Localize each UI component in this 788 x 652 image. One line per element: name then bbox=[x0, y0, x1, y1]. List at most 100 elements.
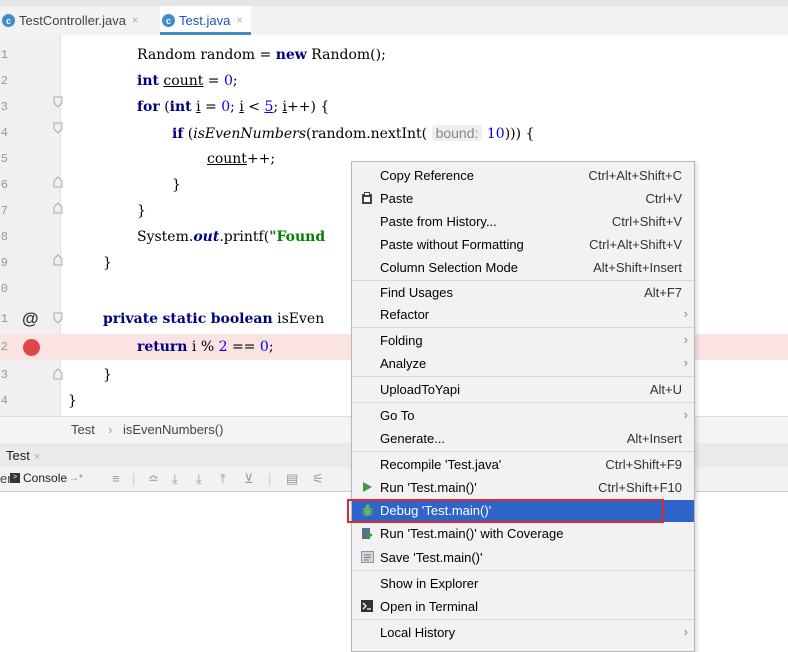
code-text: } bbox=[137, 198, 146, 224]
field-reference: out bbox=[193, 229, 220, 245]
menu-label: Run 'Test.main()' with Coverage bbox=[380, 526, 564, 541]
menu-item-analyze[interactable]: Analyze › bbox=[352, 353, 694, 375]
menu-shortcut: Ctrl+V bbox=[645, 191, 682, 206]
menu-separator bbox=[352, 451, 694, 452]
run-tab-test[interactable]: Test × bbox=[6, 448, 40, 463]
menu-item-paste-without-formatting[interactable]: Paste without Formatting Ctrl+Alt+Shift+V bbox=[352, 234, 694, 256]
toolbar-divider: | bbox=[268, 471, 272, 486]
filter-icon[interactable]: ⊻ bbox=[244, 471, 254, 487]
line-number: 3 bbox=[0, 368, 8, 382]
menu-item-find-usages[interactable]: Find Usages Alt+F7 bbox=[352, 282, 694, 304]
close-icon[interactable]: × bbox=[132, 15, 138, 27]
menu-label: Go To bbox=[380, 408, 415, 423]
code-token: } bbox=[103, 255, 112, 271]
menu-separator bbox=[352, 619, 694, 620]
console-label: Console bbox=[23, 471, 68, 485]
line-number: 8 bbox=[0, 230, 8, 244]
editor-tab-bar: c TestController.java × c Test.java × bbox=[0, 6, 788, 36]
line-number: 3 bbox=[0, 100, 8, 114]
menu-item-go-to[interactable]: Go To › bbox=[352, 405, 694, 427]
menu-item-refactor[interactable]: Refactor › bbox=[352, 304, 694, 326]
menu-item-run[interactable]: Run 'Test.main()' Ctrl+Shift+F10 bbox=[352, 477, 694, 499]
menu-item-show-in-explorer[interactable]: Show in Explorer bbox=[352, 573, 694, 595]
line-number: 2 bbox=[0, 340, 8, 354]
up-icon[interactable]: ⤒ bbox=[220, 471, 226, 487]
menu-item-open-in-terminal[interactable]: Open in Terminal bbox=[352, 596, 694, 618]
close-icon[interactable]: × bbox=[34, 451, 40, 463]
fold-end-icon[interactable] bbox=[53, 202, 63, 214]
breadcrumb-item-method[interactable]: isEvenNumbers() bbox=[123, 422, 223, 437]
menu-shortcut: Ctrl+Alt+Shift+C bbox=[588, 168, 682, 183]
menu-label: Paste from History... bbox=[380, 214, 497, 229]
close-icon[interactable]: × bbox=[236, 15, 242, 27]
fold-end-icon[interactable] bbox=[53, 368, 63, 380]
menu-separator bbox=[352, 280, 694, 281]
menu-shortcut: Ctrl+Shift+V bbox=[611, 214, 682, 229]
menu-item-folding[interactable]: Folding › bbox=[352, 330, 694, 352]
menu-separator bbox=[352, 376, 694, 377]
code-token: } bbox=[172, 177, 181, 193]
code-token: ++; bbox=[246, 151, 276, 167]
menu-lines-icon[interactable]: ≡ bbox=[112, 471, 120, 486]
breakpoint-icon[interactable] bbox=[23, 339, 40, 356]
menu-shortcut: Ctrl+Alt+Shift+V bbox=[589, 237, 682, 252]
scroll-end-icon[interactable]: ⤓ bbox=[172, 471, 178, 487]
breadcrumb-separator: › bbox=[108, 422, 113, 437]
menu-item-local-history[interactable]: Local History › bbox=[352, 622, 694, 644]
tab-test-java[interactable]: c Test.java × bbox=[160, 6, 251, 35]
menu-label: Generate... bbox=[380, 431, 446, 446]
coverage-icon bbox=[360, 527, 374, 541]
code-token: i % bbox=[187, 339, 219, 355]
down-icon[interactable]: ⤓ bbox=[196, 471, 202, 487]
toolbar-divider: | bbox=[132, 471, 136, 486]
menu-item-debug[interactable]: Debug 'Test.main()' bbox=[352, 500, 694, 522]
menu-item-uploadtoyapi[interactable]: UploadToYapi Alt+U bbox=[352, 379, 694, 401]
menu-item-run-with-coverage[interactable]: Run 'Test.main()' with Coverage bbox=[352, 523, 694, 545]
menu-label: Debug 'Test.main()' bbox=[380, 503, 492, 518]
number-literal: 10 bbox=[486, 126, 505, 142]
menu-item-paste-from-history[interactable]: Paste from History... Ctrl+Shift+V bbox=[352, 211, 694, 233]
code-token: ; bbox=[232, 73, 238, 89]
implements-at-icon[interactable]: @ bbox=[22, 306, 39, 332]
keyword: int bbox=[137, 73, 159, 89]
menu-item-generate[interactable]: Generate... Alt+Insert bbox=[352, 428, 694, 450]
code-line: 2 bbox=[0, 68, 788, 94]
code-token: (random.nextInt( bbox=[306, 126, 432, 142]
variable: count bbox=[207, 151, 247, 167]
menu-label: Find Usages bbox=[380, 285, 453, 300]
breadcrumb-item-class[interactable]: Test bbox=[71, 422, 95, 437]
console-tab[interactable]: > Console →* bbox=[10, 471, 83, 485]
fold-end-icon[interactable] bbox=[53, 176, 63, 188]
code-token: Random random = bbox=[137, 47, 276, 63]
soft-wrap-icon[interactable]: ≏ bbox=[148, 471, 159, 487]
menu-shortcut: Ctrl+Shift+F10 bbox=[598, 480, 682, 495]
console-icon: > bbox=[10, 473, 20, 483]
menu-separator bbox=[352, 402, 694, 403]
menu-separator bbox=[352, 570, 694, 571]
menu-item-copy-reference[interactable]: Copy Reference Ctrl+Alt+Shift+C bbox=[352, 165, 694, 187]
code-text: count++; bbox=[207, 146, 275, 172]
java-class-icon: c bbox=[2, 14, 15, 27]
line-number: 4 bbox=[0, 126, 8, 140]
line-number: 1 bbox=[0, 48, 8, 62]
menu-label: Paste without Formatting bbox=[380, 237, 524, 252]
menu-item-recompile[interactable]: Recompile 'Test.java' Ctrl+Shift+F9 bbox=[352, 454, 694, 476]
menu-item-save-config[interactable]: Save 'Test.main()' bbox=[352, 547, 694, 569]
menu-label: Refactor bbox=[380, 307, 430, 322]
layout-icon[interactable]: ▤ bbox=[286, 471, 298, 487]
code-text: return i % 2 == 0; bbox=[137, 334, 274, 360]
settings-icon[interactable]: ⚟ bbox=[312, 471, 324, 487]
menu-separator bbox=[352, 327, 694, 328]
code-text: } bbox=[103, 362, 112, 388]
save-config-icon bbox=[360, 551, 374, 565]
fold-marker-icon[interactable] bbox=[53, 96, 63, 108]
submenu-arrow-icon: › bbox=[683, 355, 688, 370]
menu-item-column-selection-mode[interactable]: Column Selection Mode Alt+Shift+Insert bbox=[352, 257, 694, 279]
fold-marker-icon[interactable] bbox=[53, 312, 63, 324]
fold-end-icon[interactable] bbox=[53, 254, 63, 266]
fold-marker-icon[interactable] bbox=[53, 122, 63, 134]
tab-testcontroller[interactable]: c TestController.java × bbox=[0, 6, 146, 35]
menu-item-paste[interactable]: Paste Ctrl+V bbox=[352, 188, 694, 210]
menu-shortcut: Alt+U bbox=[649, 382, 682, 397]
keyword: static bbox=[162, 311, 207, 327]
